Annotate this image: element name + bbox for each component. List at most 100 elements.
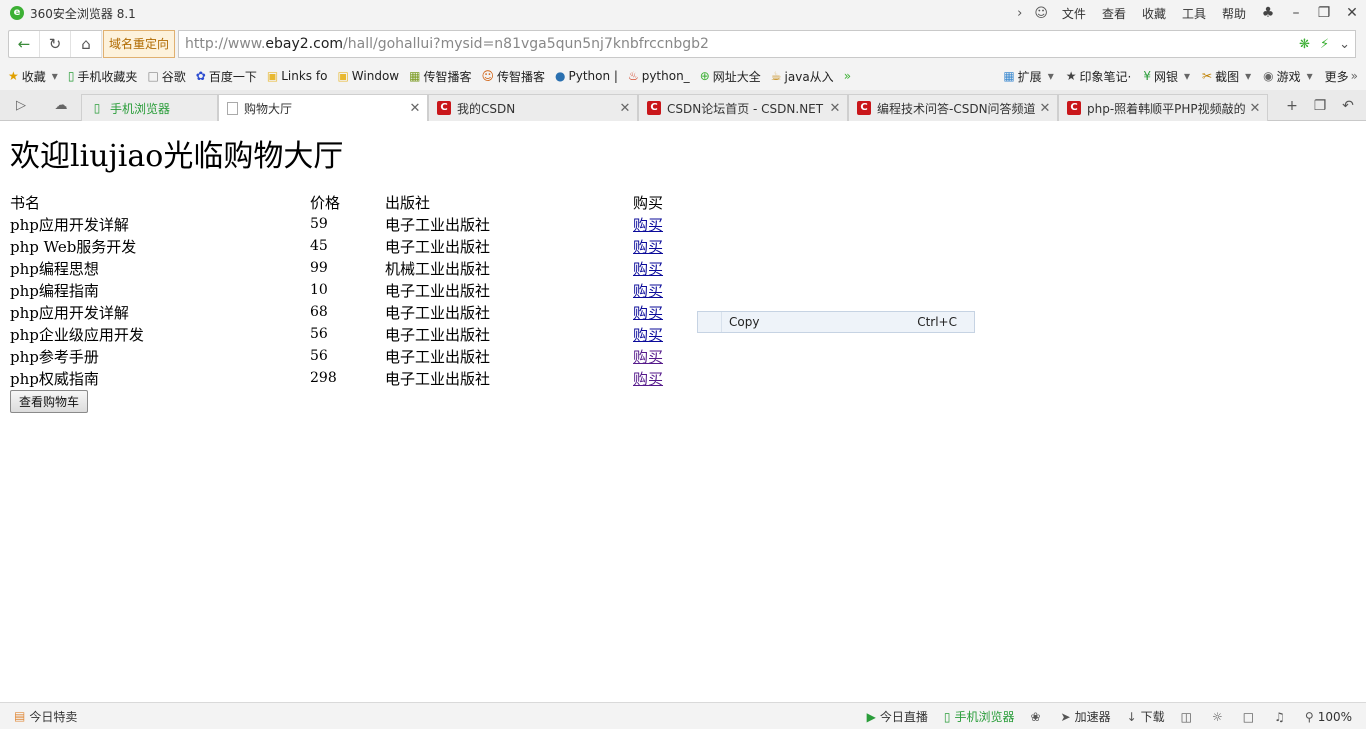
screenshot-button[interactable]: ✂ 截图 ▾ [1202, 68, 1251, 85]
minimize-button[interactable]: – [1282, 2, 1310, 24]
close-icon[interactable]: ✕ [1247, 101, 1263, 116]
daily-deals-label: 今日特卖 [29, 709, 78, 724]
table-row: php编程思想 99 机械工业出版社 购买 [10, 257, 673, 279]
daily-deals-button[interactable]: ▤ 今日特卖 [14, 708, 77, 725]
window-title: 360安全浏览器 8.1 [30, 6, 136, 21]
tab-shopping-hall[interactable]: 购物大厅 ✕ [218, 94, 428, 122]
context-menu-label: Copy [729, 315, 760, 329]
context-menu-shortcut: Ctrl+C [917, 315, 957, 329]
star-icon: ★ [8, 69, 19, 83]
table-header: 书名 价格 出版社 购买 [10, 191, 673, 213]
book-publisher: 电子工业出版社 [385, 369, 491, 388]
undo-close-icon[interactable]: ↶ [1334, 98, 1362, 114]
close-icon[interactable]: ✕ [1037, 101, 1053, 116]
dropdown-icon: ▾ [1183, 69, 1190, 83]
tab-mobile-browser[interactable]: ▯ 手机浏览器 [81, 94, 218, 121]
window-mode-button[interactable]: □ [1243, 710, 1258, 724]
bookmark-links-folder[interactable]: ▣ Links fo [267, 69, 328, 83]
clean-button[interactable]: ❀ [1030, 710, 1044, 724]
dropdown-icon: ▾ [1047, 69, 1054, 83]
bookmark-java[interactable]: ☕ java从入 [771, 68, 834, 85]
restore-button[interactable]: ❐ [1310, 2, 1338, 24]
status-bar: ▤ 今日特卖 ▶ 今日直播 ▯ 手机浏览器 ❀ ➤ 加速器 ↓ 下载 ◫ ☼ □ ♫ ⚲… [0, 702, 1366, 729]
url-icons: ❋ ⚡ ⌄ [1294, 31, 1355, 57]
close-icon[interactable]: ✕ [407, 101, 423, 116]
buy-link[interactable]: 购买 [633, 370, 663, 388]
bookmark-itcast-2[interactable]: ☺ 传智播客 [481, 68, 545, 85]
itcast-logo-icon: ☺ [481, 69, 494, 83]
url-text[interactable]: http://www.ebay2.com/hall/gohallui?mysid… [185, 36, 709, 52]
book-name: php企业级应用开发 [10, 325, 144, 344]
phone-icon: ▯ [93, 101, 101, 115]
security-icon[interactable]: ❋ [1299, 37, 1310, 52]
table-row: php企业级应用开发 56 电子工业出版社 购买 [10, 323, 673, 345]
context-menu-copy[interactable]: Copy Ctrl+C [697, 311, 975, 333]
column-header-publisher: 出版社 [385, 193, 431, 212]
evernote-button[interactable]: ★ 印象笔记· [1066, 68, 1132, 85]
menu-favorites[interactable]: 收藏 [1142, 5, 1166, 22]
menu-view[interactable]: 查看 [1102, 5, 1126, 22]
ie-mode-button[interactable]: ☼ [1212, 710, 1227, 724]
book-price: 59 [310, 216, 328, 232]
url-input[interactable]: http://www.ebay2.com/hall/gohallui?mysid… [178, 30, 1356, 58]
buy-link[interactable]: 购买 [633, 238, 663, 256]
buy-link[interactable]: 购买 [633, 282, 663, 300]
close-icon[interactable]: ✕ [617, 101, 633, 116]
bookmark-favorites[interactable]: ★ 收藏 ▾ [8, 68, 58, 85]
buy-link[interactable]: 购买 [633, 304, 663, 322]
extensions-button[interactable]: ▦ 扩展 ▾ [1003, 68, 1053, 85]
redirect-badge[interactable]: 域名重定向 [103, 30, 176, 58]
tab-title: php-照着韩顺平PHP视频敲的 [1087, 101, 1246, 116]
menu-tools[interactable]: 工具 [1182, 5, 1206, 22]
ebank-button[interactable]: ¥ 网银 ▾ [1143, 68, 1190, 85]
bookmark-itcast-1[interactable]: ▦ 传智播客 [409, 68, 471, 85]
bookmark-windows-folder[interactable]: ▣ Window [337, 69, 399, 83]
window-icon: □ [1242, 709, 1255, 724]
volume-button[interactable]: ♫ [1274, 710, 1289, 724]
chevron-right-icon[interactable]: › [1017, 6, 1022, 21]
cloud-icon[interactable]: ☁ [48, 90, 74, 121]
close-icon[interactable]: ✕ [827, 101, 843, 116]
bookmark-google[interactable]: □ 谷歌 [147, 68, 185, 85]
bookmark-python-csdn[interactable]: ♨ python_ [628, 69, 690, 83]
tab-title: 手机浏览器 [110, 101, 171, 116]
tab-list-icon[interactable]: ❐ [1306, 98, 1334, 114]
zoom-control[interactable]: ⚲ 100% [1305, 710, 1352, 724]
chevron-down-icon[interactable]: ⌄ [1339, 37, 1350, 52]
new-tab-icon[interactable]: + [1278, 98, 1306, 114]
download-button[interactable]: ↓ 下载 [1127, 708, 1165, 725]
bookmark-hao360[interactable]: ⊕ 网址大全 [700, 68, 761, 85]
speed-icon[interactable]: ⚡ [1320, 37, 1329, 52]
tab-my-csdn[interactable]: C 我的CSDN ✕ [428, 94, 638, 121]
buy-link[interactable]: 购买 [633, 216, 663, 234]
more-button[interactable]: 更多» [1325, 68, 1358, 85]
live-button[interactable]: ▶ 今日直播 [867, 708, 928, 725]
tab-csdn-qa[interactable]: C 编程技术问答-CSDN问答频道 ✕ [848, 94, 1058, 121]
accelerator-button[interactable]: ➤ 加速器 [1061, 708, 1111, 725]
games-button[interactable]: ◉ 游戏 ▾ [1263, 68, 1313, 85]
csdn-icon: C [647, 101, 661, 115]
back-button[interactable]: ← [9, 31, 40, 57]
bookmark-mobile-favorites[interactable]: ▯ 手机收藏夹 [68, 68, 138, 85]
buy-link[interactable]: 购买 [633, 260, 663, 278]
menu-help[interactable]: 帮助 [1222, 5, 1246, 22]
tab-php-question[interactable]: C php-照着韩顺平PHP视频敲的 ✕ [1058, 94, 1268, 121]
home-button[interactable]: ⌂ [71, 31, 102, 57]
close-window-button[interactable]: ✕ [1338, 2, 1366, 24]
menu-file[interactable]: 文件 [1062, 5, 1086, 22]
tab-csdn-forum[interactable]: C CSDN论坛首页 - CSDN.NET ✕ [638, 94, 848, 121]
status-tools: ▶ 今日直播 ▯ 手机浏览器 ❀ ➤ 加速器 ↓ 下载 ◫ ☼ □ ♫ ⚲ 100% [851, 703, 1352, 729]
sidebar-toggle-icon[interactable]: ▷ [8, 90, 34, 121]
refresh-button[interactable]: ↻ [40, 31, 71, 57]
mobile-browser-button[interactable]: ▯ 手机浏览器 [944, 708, 1015, 725]
view-cart-button[interactable]: 查看购物车 [10, 390, 89, 413]
column-header-name: 书名 [10, 193, 41, 212]
bookmark-baidu[interactable]: ✿ 百度一下 [196, 68, 257, 85]
more-bookmarks-button[interactable]: » [844, 69, 854, 83]
buy-link[interactable]: 购买 [633, 326, 663, 344]
reading-mode-button[interactable]: ◫ [1181, 710, 1196, 724]
user-icon[interactable]: ☺ [1034, 6, 1048, 21]
skin-icon[interactable]: ♣ [1254, 2, 1282, 24]
buy-link[interactable]: 购买 [633, 348, 663, 366]
bookmark-python[interactable]: ● Python | [555, 69, 618, 83]
